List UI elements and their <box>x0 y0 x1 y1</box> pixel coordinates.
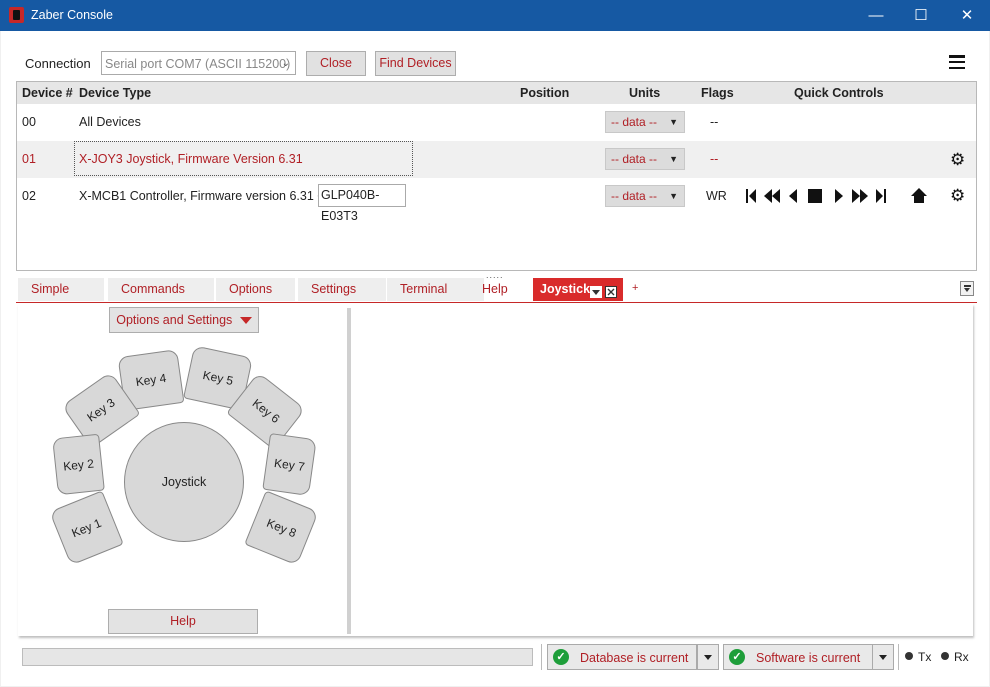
check-circle-icon: ✓ <box>729 649 745 665</box>
close-window-button[interactable]: ✕ <box>944 0 990 31</box>
table-row[interactable]: 01 X-JOY3 Joystick, Firmware Version 6.3… <box>17 141 976 178</box>
key-2-button[interactable]: Key 2 <box>52 433 105 496</box>
units-dropdown[interactable]: -- data -- ▼ <box>605 148 685 170</box>
table-row[interactable]: 00 All Devices -- data -- ▼ -- <box>17 104 976 141</box>
rx-indicator-icon <box>941 652 949 660</box>
header-units[interactable]: Units <box>629 86 660 100</box>
device-flags: -- <box>710 152 719 166</box>
tx-label: Tx <box>918 650 932 664</box>
close-port-button[interactable]: Close <box>306 51 366 76</box>
options-and-settings-button[interactable]: Options and Settings <box>109 307 259 333</box>
fast-reverse-icon[interactable] <box>764 189 781 203</box>
port-select-value: Serial port COM7 (ASCII 115200) <box>105 57 291 71</box>
panel-splitter[interactable] <box>347 308 351 634</box>
device-type: All Devices <box>79 115 141 129</box>
dropdown-arrow-icon: ▼ <box>669 154 678 164</box>
software-status-text: Software is current <box>756 651 861 665</box>
chevron-down-icon: ⌄ <box>281 58 290 69</box>
peripheral-input[interactable]: GLP040B-E03T3 <box>318 184 406 223</box>
tab-settings[interactable]: Settings <box>298 278 386 301</box>
check-circle-icon: ✓ <box>553 649 569 665</box>
connection-label: Connection <box>25 56 91 71</box>
device-flags: WR <box>706 189 727 203</box>
device-num: 02 <box>22 189 36 203</box>
stop-icon[interactable] <box>808 189 822 203</box>
step-reverse-icon[interactable] <box>789 189 797 203</box>
options-and-settings-label: Options and Settings <box>116 313 233 327</box>
tab-options[interactable]: Options <box>216 278 295 301</box>
tab-strip: Simple Commands Options Settings Termina… <box>16 278 977 303</box>
tab-help[interactable]: Help <box>468 278 528 301</box>
units-dropdown[interactable]: -- data -- ▼ <box>605 111 685 133</box>
units-value: -- data -- <box>611 189 658 203</box>
device-num: 01 <box>22 152 36 166</box>
tab-list-menu-icon[interactable] <box>960 281 974 296</box>
units-value: -- data -- <box>611 115 658 129</box>
minimize-button[interactable]: — <box>853 0 899 31</box>
device-num: 00 <box>22 115 36 129</box>
help-button[interactable]: Help <box>108 609 258 634</box>
fast-forward-icon[interactable] <box>852 189 869 203</box>
tab-commands[interactable]: Commands <box>108 278 214 301</box>
tab-dropdown-icon[interactable] <box>590 283 602 306</box>
tab-joystick[interactable]: Joystick <box>533 278 623 301</box>
step-forward-icon[interactable] <box>835 189 843 203</box>
add-tab-button[interactable]: + <box>632 282 638 294</box>
maximize-button[interactable]: ☐ <box>898 0 944 31</box>
caret-down-icon <box>239 317 252 325</box>
joystick-detail-panel <box>354 307 970 634</box>
gear-icon[interactable]: ⚙ <box>950 187 965 204</box>
joystick-button[interactable]: Joystick <box>124 422 244 542</box>
title-bar: Zaber Console — ☐ ✕ <box>0 0 990 31</box>
status-separator <box>898 644 899 670</box>
hamburger-menu-icon[interactable] <box>949 55 965 70</box>
home-limit-left-icon[interactable] <box>746 189 757 203</box>
dropdown-arrow-icon: ▼ <box>669 117 678 127</box>
gear-icon[interactable]: ⚙ <box>950 151 965 168</box>
device-flags: -- <box>710 115 719 129</box>
tx-indicator-icon <box>905 652 913 660</box>
tab-label: Joystick <box>540 282 591 296</box>
key-7-button[interactable]: Key 7 <box>262 433 317 496</box>
tab-close-icon[interactable] <box>605 283 617 306</box>
software-status-dropdown[interactable] <box>872 644 894 670</box>
database-status-dropdown[interactable] <box>697 644 719 670</box>
software-status[interactable]: ✓ Software is current <box>723 644 873 670</box>
device-type: X-JOY3 Joystick, Firmware Version 6.31 <box>79 152 303 166</box>
database-status-text: Database is current <box>580 651 689 665</box>
progress-bar <box>22 648 533 666</box>
zaber-app-icon <box>9 7 24 23</box>
header-flags[interactable]: Flags <box>701 86 734 100</box>
window-title: Zaber Console <box>31 8 113 22</box>
table-row[interactable]: 02 X-MCB1 Controller, Firmware version 6… <box>17 178 976 223</box>
header-device-type[interactable]: Device Type <box>79 86 151 100</box>
status-separator <box>541 644 542 670</box>
units-value: -- data -- <box>611 152 658 166</box>
home-icon[interactable] <box>911 188 927 203</box>
header-quick-controls[interactable]: Quick Controls <box>794 86 884 100</box>
limit-right-icon[interactable] <box>876 189 887 203</box>
rx-label: Rx <box>954 650 969 664</box>
dropdown-arrow-icon: ▼ <box>669 191 678 201</box>
tab-label: Commands <box>121 282 185 296</box>
header-position[interactable]: Position <box>520 86 569 100</box>
units-dropdown[interactable]: -- data -- ▼ <box>605 185 685 207</box>
device-grid: Device # Device Type Position Units Flag… <box>16 81 977 271</box>
tab-simple[interactable]: Simple <box>18 278 104 301</box>
header-device-num[interactable]: Device # <box>22 86 73 100</box>
device-type: X-MCB1 Controller, Firmware version 6.31… <box>79 189 325 203</box>
grid-header: Device # Device Type Position Units Flag… <box>17 82 976 104</box>
port-select[interactable]: Serial port COM7 (ASCII 115200) ⌄ <box>101 51 296 75</box>
find-devices-button[interactable]: Find Devices <box>375 51 456 76</box>
database-status[interactable]: ✓ Database is current <box>547 644 697 670</box>
